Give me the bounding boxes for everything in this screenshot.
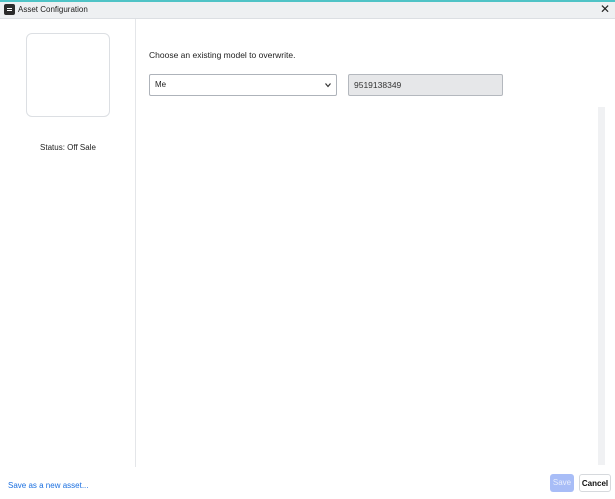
model-select-value: Me xyxy=(155,80,167,89)
sidebar: Status: Off Sale xyxy=(0,19,136,467)
save-button[interactable]: Save xyxy=(550,474,574,492)
status-label: Status: Off Sale xyxy=(40,143,96,152)
main-panel: Choose an existing model to overwrite. M… xyxy=(136,19,615,467)
roblox-studio-icon xyxy=(4,4,15,15)
asset-thumbnail xyxy=(26,33,110,117)
chevron-down-icon xyxy=(325,83,331,88)
cancel-button[interactable]: Cancel xyxy=(579,474,611,492)
asset-id-value: 9519138349 xyxy=(354,80,402,90)
window-title: Asset Configuration xyxy=(18,5,88,14)
instruction-text: Choose an existing model to overwrite. xyxy=(149,50,296,60)
footer: Save as a new asset... Save Cancel xyxy=(0,467,615,499)
save-as-new-asset-link[interactable]: Save as a new asset... xyxy=(8,481,89,490)
title-bar: Asset Configuration ✕ xyxy=(0,2,615,19)
asset-configuration-window: Asset Configuration ✕ Status: Off Sale C… xyxy=(0,0,615,499)
scrollbar[interactable] xyxy=(598,107,605,465)
asset-id-field: 9519138349 xyxy=(348,74,503,96)
model-select[interactable]: Me xyxy=(149,74,337,96)
close-icon[interactable]: ✕ xyxy=(599,3,611,16)
